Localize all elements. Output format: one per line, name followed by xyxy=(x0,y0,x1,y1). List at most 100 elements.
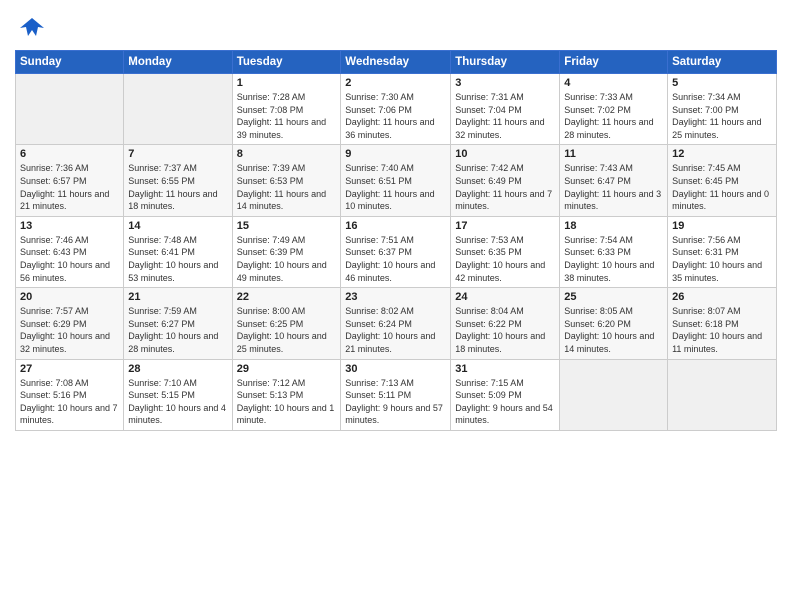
day-number: 20 xyxy=(20,291,119,303)
calendar-cell: 7 Sunrise: 7:37 AM Sunset: 6:55 PM Daylig… xyxy=(124,145,232,216)
day-info: Sunrise: 7:49 AM Sunset: 6:39 PM Dayligh… xyxy=(237,234,337,284)
day-number: 10 xyxy=(455,148,555,160)
calendar-cell: 13Sunrise: 7:46 AM Sunset: 6:43 PM Dayli… xyxy=(16,216,124,287)
day-info: Sunrise: 7:34 AM Sunset: 7:00 PM Dayligh… xyxy=(672,91,772,141)
calendar-cell: 15 Sunrise: 7:49 AM Sunset: 6:39 PM Dayli… xyxy=(232,216,341,287)
calendar-week-row: 27 Sunrise: 7:08 AM Sunset: 5:16 PM Dayli… xyxy=(16,359,777,430)
weekday-header-monday: Monday xyxy=(124,51,232,74)
weekday-header-row: SundayMondayTuesdayWednesdayThursdayFrid… xyxy=(16,51,777,74)
day-number: 24 xyxy=(455,291,555,303)
day-info: Sunrise: 8:07 AM Sunset: 6:18 PM Dayligh… xyxy=(672,305,772,355)
day-number: 14 xyxy=(128,220,227,232)
day-number: 17 xyxy=(455,220,555,232)
calendar-cell: 8Sunrise: 7:39 AM Sunset: 6:53 PM Daylig… xyxy=(232,145,341,216)
calendar-cell: 22Sunrise: 8:00 AM Sunset: 6:25 PM Dayli… xyxy=(232,288,341,359)
day-number: 2 xyxy=(345,77,446,89)
day-number: 25 xyxy=(564,291,663,303)
day-info: Sunrise: 7:43 AM Sunset: 6:47 PM Dayligh… xyxy=(564,162,663,212)
logo-bird-icon xyxy=(18,14,46,42)
logo xyxy=(15,14,46,42)
page: SundayMondayTuesdayWednesdayThursdayFrid… xyxy=(0,0,792,612)
day-info: Sunrise: 7:10 AM Sunset: 5:15 PM Dayligh… xyxy=(128,377,227,427)
calendar-cell: 3 Sunrise: 7:31 AM Sunset: 7:04 PM Daylig… xyxy=(451,74,560,145)
weekday-header-friday: Friday xyxy=(560,51,668,74)
calendar-table: SundayMondayTuesdayWednesdayThursdayFrid… xyxy=(15,50,777,431)
day-info: Sunrise: 7:30 AM Sunset: 7:06 PM Dayligh… xyxy=(345,91,446,141)
day-number: 30 xyxy=(345,363,446,375)
day-number: 8 xyxy=(237,148,337,160)
calendar-cell: 25Sunrise: 8:05 AM Sunset: 6:20 PM Dayli… xyxy=(560,288,668,359)
calendar-cell: 27 Sunrise: 7:08 AM Sunset: 5:16 PM Dayli… xyxy=(16,359,124,430)
day-info: Sunrise: 7:36 AM Sunset: 6:57 PM Dayligh… xyxy=(20,162,119,212)
calendar-cell: 28 Sunrise: 7:10 AM Sunset: 5:15 PM Dayli… xyxy=(124,359,232,430)
day-info: Sunrise: 7:37 AM Sunset: 6:55 PM Dayligh… xyxy=(128,162,227,212)
calendar-cell xyxy=(668,359,777,430)
calendar-cell: 14 Sunrise: 7:48 AM Sunset: 6:41 PM Dayli… xyxy=(124,216,232,287)
calendar-cell: 17 Sunrise: 7:53 AM Sunset: 6:35 PM Dayli… xyxy=(451,216,560,287)
calendar-cell: 10 Sunrise: 7:42 AM Sunset: 6:49 PM Dayli… xyxy=(451,145,560,216)
calendar-cell: 20 Sunrise: 7:57 AM Sunset: 6:29 PM Dayli… xyxy=(16,288,124,359)
day-number: 16 xyxy=(345,220,446,232)
day-number: 5 xyxy=(672,77,772,89)
calendar-cell: 23 Sunrise: 8:02 AM Sunset: 6:24 PM Dayli… xyxy=(341,288,451,359)
calendar-cell: 19Sunrise: 7:56 AM Sunset: 6:31 PM Dayli… xyxy=(668,216,777,287)
day-info: Sunrise: 7:31 AM Sunset: 7:04 PM Dayligh… xyxy=(455,91,555,141)
day-info: Sunrise: 7:54 AM Sunset: 6:33 PM Dayligh… xyxy=(564,234,663,284)
day-number: 22 xyxy=(237,291,337,303)
day-number: 19 xyxy=(672,220,772,232)
calendar-cell: 2 Sunrise: 7:30 AM Sunset: 7:06 PM Daylig… xyxy=(341,74,451,145)
header xyxy=(15,10,777,42)
day-info: Sunrise: 7:33 AM Sunset: 7:02 PM Dayligh… xyxy=(564,91,663,141)
day-info: Sunrise: 7:08 AM Sunset: 5:16 PM Dayligh… xyxy=(20,377,119,427)
calendar-cell: 26 Sunrise: 8:07 AM Sunset: 6:18 PM Dayli… xyxy=(668,288,777,359)
day-number: 4 xyxy=(564,77,663,89)
day-number: 9 xyxy=(345,148,446,160)
day-number: 7 xyxy=(128,148,227,160)
day-info: Sunrise: 7:12 AM Sunset: 5:13 PM Dayligh… xyxy=(237,377,337,427)
day-number: 28 xyxy=(128,363,227,375)
day-number: 13 xyxy=(20,220,119,232)
calendar-cell: 29 Sunrise: 7:12 AM Sunset: 5:13 PM Dayli… xyxy=(232,359,341,430)
day-info: Sunrise: 7:48 AM Sunset: 6:41 PM Dayligh… xyxy=(128,234,227,284)
day-number: 23 xyxy=(345,291,446,303)
day-number: 6 xyxy=(20,148,119,160)
day-info: Sunrise: 7:45 AM Sunset: 6:45 PM Dayligh… xyxy=(672,162,772,212)
day-info: Sunrise: 7:57 AM Sunset: 6:29 PM Dayligh… xyxy=(20,305,119,355)
day-number: 3 xyxy=(455,77,555,89)
weekday-header-wednesday: Wednesday xyxy=(341,51,451,74)
day-info: Sunrise: 7:42 AM Sunset: 6:49 PM Dayligh… xyxy=(455,162,555,212)
day-number: 15 xyxy=(237,220,337,232)
calendar-cell: 6 Sunrise: 7:36 AM Sunset: 6:57 PM Daylig… xyxy=(16,145,124,216)
calendar-cell: 21 Sunrise: 7:59 AM Sunset: 6:27 PM Dayli… xyxy=(124,288,232,359)
calendar-cell: 24 Sunrise: 8:04 AM Sunset: 6:22 PM Dayli… xyxy=(451,288,560,359)
day-number: 11 xyxy=(564,148,663,160)
calendar-week-row: 20 Sunrise: 7:57 AM Sunset: 6:29 PM Dayli… xyxy=(16,288,777,359)
day-info: Sunrise: 8:04 AM Sunset: 6:22 PM Dayligh… xyxy=(455,305,555,355)
weekday-header-tuesday: Tuesday xyxy=(232,51,341,74)
calendar-cell: 9 Sunrise: 7:40 AM Sunset: 6:51 PM Daylig… xyxy=(341,145,451,216)
weekday-header-sunday: Sunday xyxy=(16,51,124,74)
weekday-header-saturday: Saturday xyxy=(668,51,777,74)
calendar-week-row: 1Sunrise: 7:28 AM Sunset: 7:08 PM Daylig… xyxy=(16,74,777,145)
day-number: 18 xyxy=(564,220,663,232)
calendar-cell: 31 Sunrise: 7:15 AM Sunset: 5:09 PM Dayli… xyxy=(451,359,560,430)
day-info: Sunrise: 7:15 AM Sunset: 5:09 PM Dayligh… xyxy=(455,377,555,427)
calendar-cell xyxy=(16,74,124,145)
calendar-cell: 1Sunrise: 7:28 AM Sunset: 7:08 PM Daylig… xyxy=(232,74,341,145)
day-number: 1 xyxy=(237,77,337,89)
day-number: 29 xyxy=(237,363,337,375)
day-info: Sunrise: 8:02 AM Sunset: 6:24 PM Dayligh… xyxy=(345,305,446,355)
day-info: Sunrise: 7:59 AM Sunset: 6:27 PM Dayligh… xyxy=(128,305,227,355)
day-number: 21 xyxy=(128,291,227,303)
calendar-week-row: 6 Sunrise: 7:36 AM Sunset: 6:57 PM Daylig… xyxy=(16,145,777,216)
day-number: 26 xyxy=(672,291,772,303)
day-number: 31 xyxy=(455,363,555,375)
calendar-cell xyxy=(560,359,668,430)
day-number: 27 xyxy=(20,363,119,375)
calendar-cell: 16Sunrise: 7:51 AM Sunset: 6:37 PM Dayli… xyxy=(341,216,451,287)
day-info: Sunrise: 7:53 AM Sunset: 6:35 PM Dayligh… xyxy=(455,234,555,284)
day-info: Sunrise: 7:40 AM Sunset: 6:51 PM Dayligh… xyxy=(345,162,446,212)
calendar-cell: 18 Sunrise: 7:54 AM Sunset: 6:33 PM Dayli… xyxy=(560,216,668,287)
calendar-cell: 11 Sunrise: 7:43 AM Sunset: 6:47 PM Dayli… xyxy=(560,145,668,216)
calendar-cell xyxy=(124,74,232,145)
